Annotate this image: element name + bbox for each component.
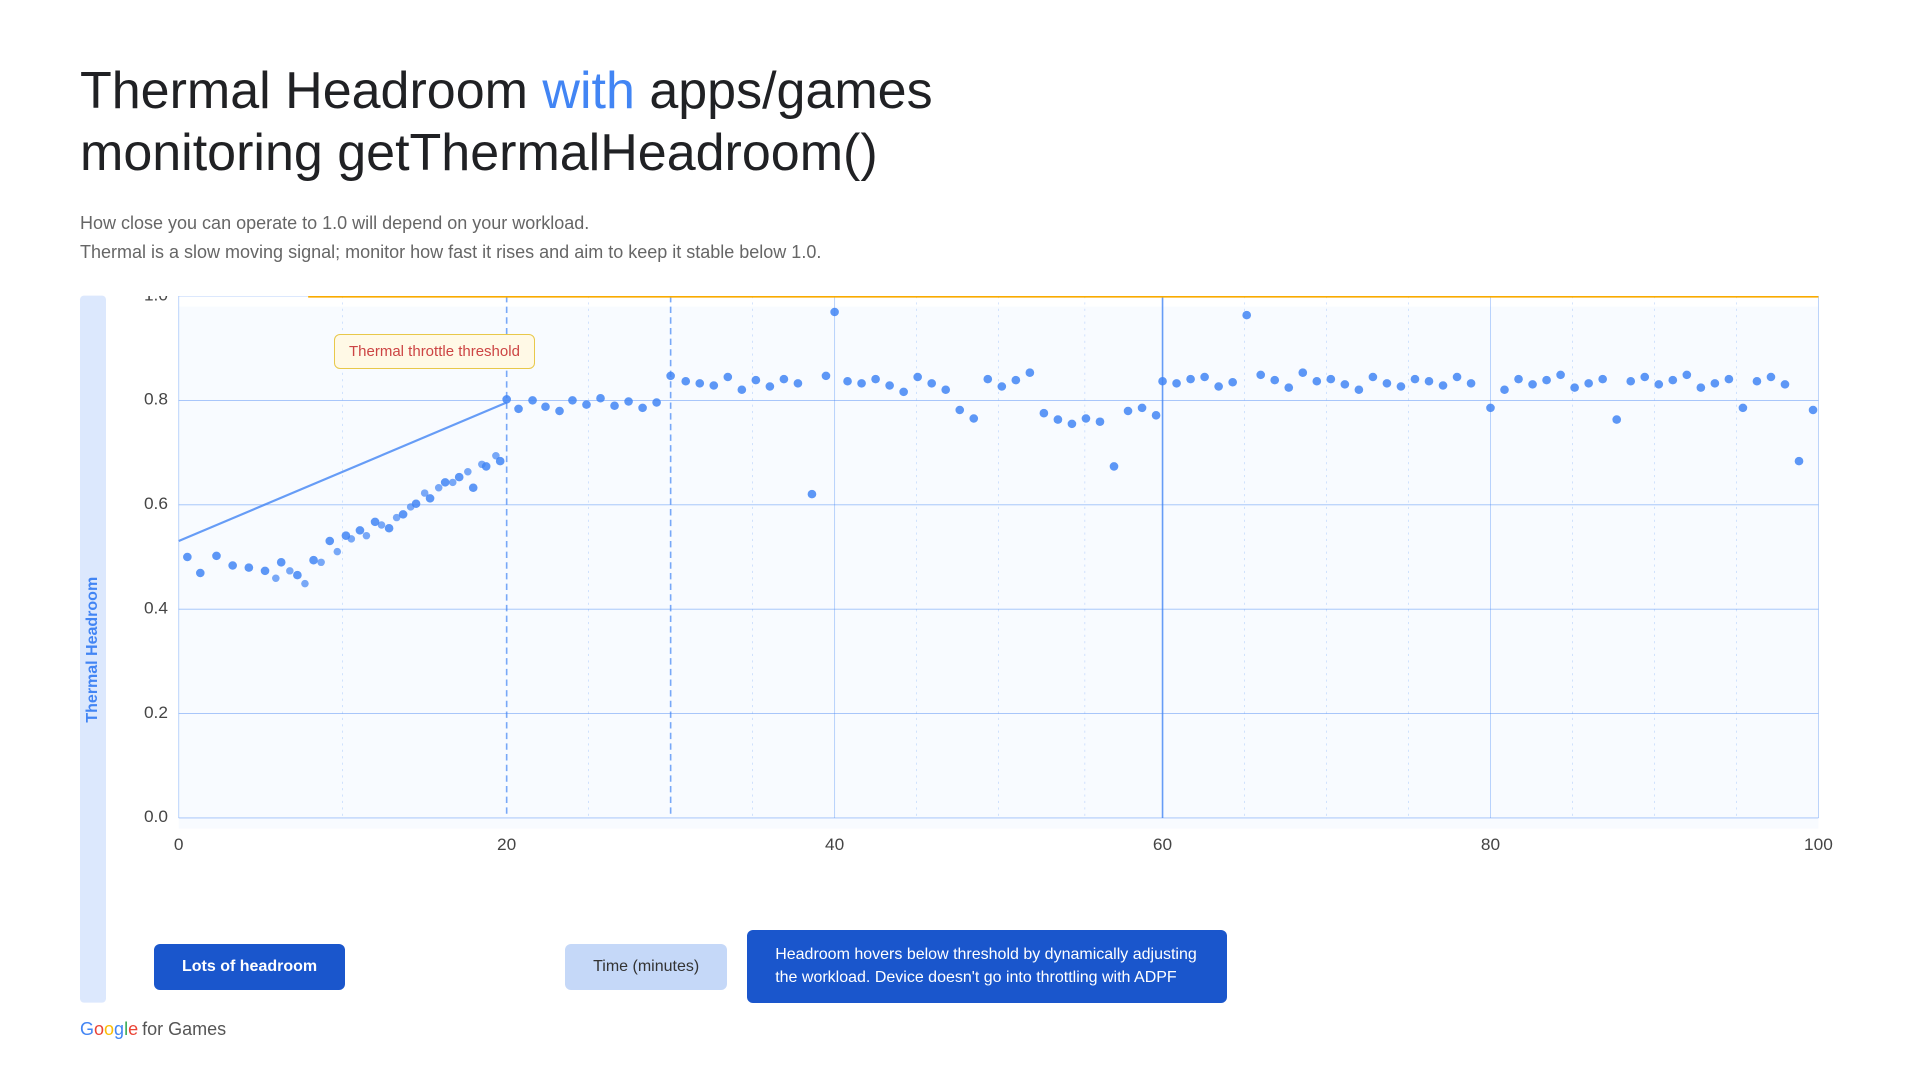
svg-text:20: 20 [497, 834, 516, 854]
svg-text:0.6: 0.6 [144, 494, 168, 514]
title-part2: apps/games [635, 62, 933, 120]
svg-text:100: 100 [1804, 834, 1833, 854]
svg-text:80: 80 [1481, 834, 1500, 854]
time-label: Time (minutes) [565, 944, 727, 990]
y-axis-label: Thermal Headroom [80, 296, 106, 1003]
title-line2: monitoring getThermalHeadroom() [80, 124, 878, 182]
headroom-desc-label: Headroom hovers below threshold by dynam… [747, 930, 1227, 1003]
google-text: Google [80, 1019, 138, 1040]
subtitle-line2: Thermal is a slow moving signal; monitor… [80, 238, 1840, 267]
svg-text:40: 40 [825, 834, 844, 854]
title-part1: Thermal Headroom [80, 62, 542, 120]
svg-text:0.2: 0.2 [144, 702, 168, 722]
chart-svg: 0.0 0.2 0.4 0.6 0.8 1.0 0 20 40 60 80 10… [114, 296, 1840, 914]
google-logo: Google for Games [80, 1019, 1840, 1040]
svg-text:0: 0 [174, 834, 184, 854]
chart-container: 0.0 0.2 0.4 0.6 0.8 1.0 0 20 40 60 80 10… [114, 296, 1840, 1003]
title-highlight: with [542, 62, 634, 120]
svg-text:60: 60 [1153, 834, 1172, 854]
lots-of-headroom-label: Lots of headroom [154, 944, 345, 990]
chart-inner: 0.0 0.2 0.4 0.6 0.8 1.0 0 20 40 60 80 10… [114, 296, 1840, 914]
page: Thermal Headroom with apps/games monitor… [0, 0, 1920, 1080]
page-title: Thermal Headroom with apps/games monitor… [80, 60, 1840, 185]
svg-text:1.0: 1.0 [144, 296, 168, 304]
annotations-row: Lots of headroom Time (minutes) Headroom… [114, 930, 1840, 1003]
svg-text:0.8: 0.8 [144, 389, 168, 409]
subtitle: How close you can operate to 1.0 will de… [80, 209, 1840, 267]
subtitle-line1: How close you can operate to 1.0 will de… [80, 209, 1840, 238]
chart-area: Thermal Headroom [80, 296, 1840, 1003]
svg-text:0.4: 0.4 [144, 598, 168, 618]
for-games-text: for Games [142, 1019, 226, 1040]
svg-text:0.0: 0.0 [144, 807, 168, 827]
